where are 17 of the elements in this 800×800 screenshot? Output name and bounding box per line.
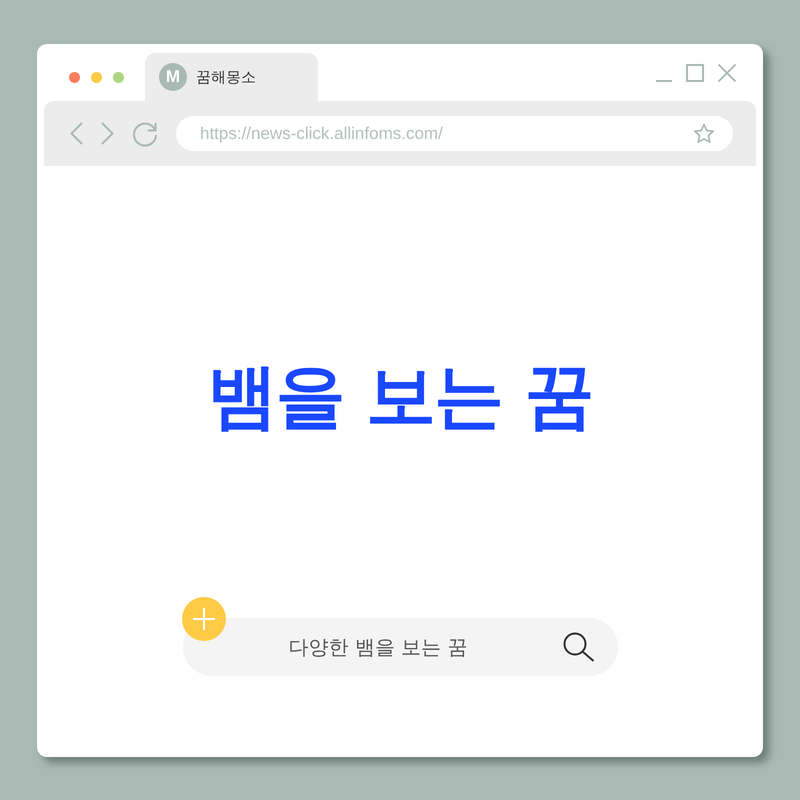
maximize-icon[interactable] — [686, 64, 704, 82]
minimize-dot-icon[interactable] — [91, 72, 102, 82]
search-icon[interactable] — [562, 632, 594, 662]
close-dot-icon[interactable] — [69, 72, 80, 82]
minimize-icon[interactable] — [656, 80, 672, 82]
add-button[interactable] — [182, 597, 226, 641]
forward-icon[interactable] — [101, 122, 114, 145]
refresh-icon[interactable] — [132, 120, 158, 146]
back-icon[interactable] — [70, 122, 83, 145]
close-icon[interactable] — [718, 64, 736, 82]
browser-tab[interactable]: M 꿈해몽소 — [145, 53, 318, 101]
page-title: 뱀을 보는 꿈 — [208, 354, 592, 438]
plus-icon — [192, 608, 214, 630]
zoom-dot-icon[interactable] — [113, 72, 124, 82]
search-field[interactable]: 다양한 뱀을 보는 꿈 — [182, 618, 618, 676]
favicon: M — [159, 63, 187, 91]
star-icon[interactable] — [693, 123, 715, 144]
